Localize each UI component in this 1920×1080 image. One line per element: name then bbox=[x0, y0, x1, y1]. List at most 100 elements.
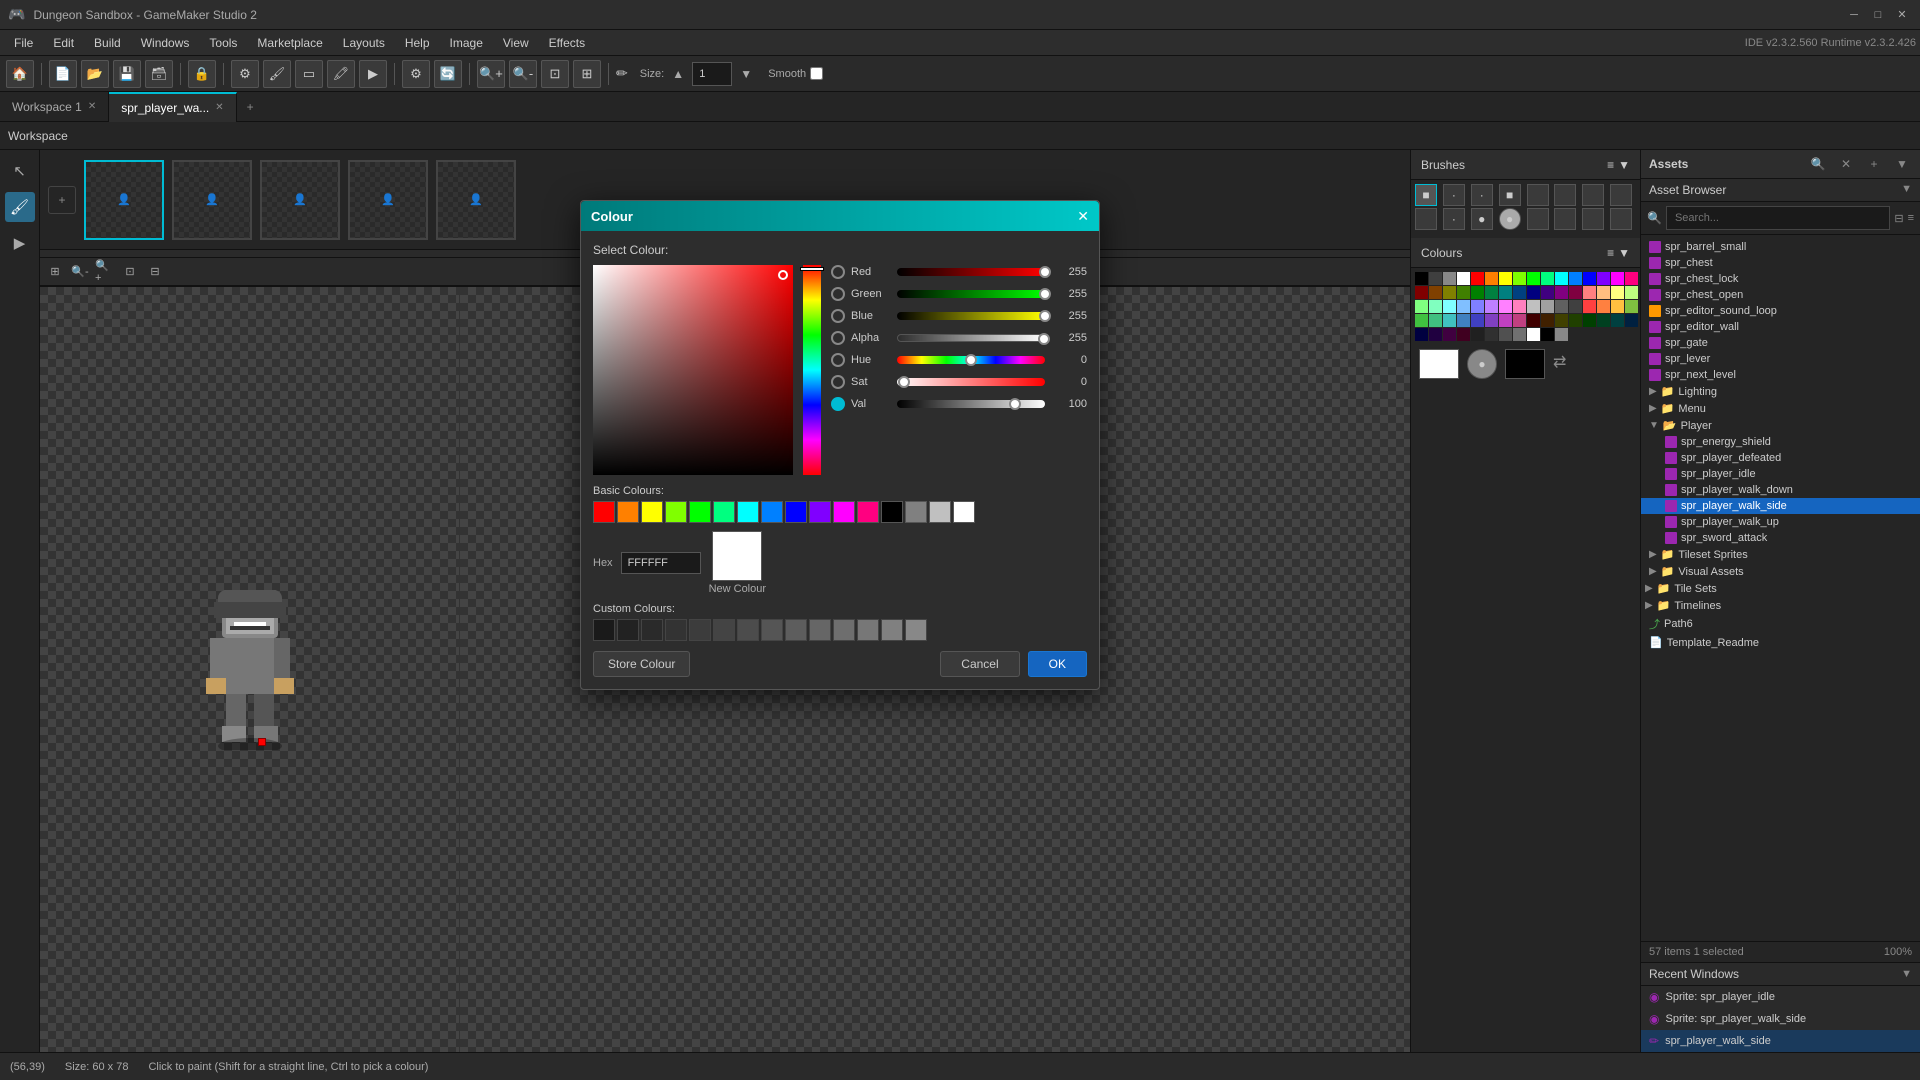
assets-tab-label[interactable]: Assets bbox=[1649, 157, 1688, 171]
colour-cell-41[interactable] bbox=[1541, 300, 1554, 313]
custom-colour-9[interactable] bbox=[809, 619, 831, 641]
blue-slider[interactable] bbox=[897, 312, 1045, 320]
hue-strip[interactable] bbox=[803, 265, 821, 475]
colour-cell-48[interactable] bbox=[1415, 314, 1428, 327]
tree-item-player-walk-up[interactable]: spr_player_walk_up bbox=[1641, 514, 1920, 530]
brush-square[interactable]: ■ bbox=[1415, 184, 1437, 206]
add-tab-button[interactable]: + bbox=[237, 100, 264, 114]
tree-item-player-defeated[interactable]: spr_player_defeated bbox=[1641, 450, 1920, 466]
colour-cell-29[interactable] bbox=[1597, 286, 1610, 299]
colour-cell-12[interactable] bbox=[1583, 272, 1596, 285]
basic-colour-11[interactable] bbox=[857, 501, 879, 523]
colour-cell-13[interactable] bbox=[1597, 272, 1610, 285]
colour-cell-37[interactable] bbox=[1485, 300, 1498, 313]
brush-sq6[interactable] bbox=[1610, 184, 1632, 206]
colour-cell-5[interactable] bbox=[1485, 272, 1498, 285]
custom-colour-13[interactable] bbox=[905, 619, 927, 641]
swap-colours-button[interactable]: ⇄ bbox=[1553, 352, 1577, 376]
colour-cell-72[interactable] bbox=[1527, 328, 1540, 341]
colour-cell-11[interactable] bbox=[1569, 272, 1582, 285]
store-colour-button[interactable]: Store Colour bbox=[593, 651, 690, 677]
cancel-button[interactable]: Cancel bbox=[940, 651, 1019, 677]
frame-thumb-3[interactable]: 👤 bbox=[260, 160, 340, 240]
custom-colour-4[interactable] bbox=[689, 619, 711, 641]
colour-cell-51[interactable] bbox=[1457, 314, 1470, 327]
colour-cell-2[interactable] bbox=[1443, 272, 1456, 285]
recent-windows-header[interactable]: Recent Windows ▼ bbox=[1641, 963, 1920, 986]
colours-menu-icon[interactable]: ≡ bbox=[1607, 246, 1614, 260]
zoom-in-button[interactable]: 🔍+ bbox=[477, 60, 505, 88]
basic-colour-10[interactable] bbox=[833, 501, 855, 523]
colour-cell-73[interactable] bbox=[1541, 328, 1554, 341]
menu-build[interactable]: Build bbox=[84, 33, 131, 53]
assets-add-button[interactable]: + bbox=[1864, 154, 1884, 174]
menu-edit[interactable]: Edit bbox=[43, 33, 84, 53]
colours-panel-header[interactable]: Colours ≡ ▼ bbox=[1411, 238, 1640, 268]
colour-cell-31[interactable] bbox=[1625, 286, 1638, 299]
colour-cell-26[interactable] bbox=[1555, 286, 1568, 299]
tab-workspace1-close[interactable]: ✕ bbox=[88, 101, 96, 112]
colour-cell-56[interactable] bbox=[1527, 314, 1540, 327]
recent-windows-expand[interactable]: ▼ bbox=[1901, 968, 1912, 980]
hex-input[interactable] bbox=[621, 552, 701, 574]
sprite-canvas-left[interactable] bbox=[40, 287, 460, 1052]
menu-marketplace[interactable]: Marketplace bbox=[247, 33, 332, 53]
play-button[interactable]: ▶ bbox=[359, 60, 387, 88]
colour-cell-19[interactable] bbox=[1457, 286, 1470, 299]
blue-radio[interactable] bbox=[831, 309, 845, 323]
brush-sq2[interactable]: ■ bbox=[1499, 184, 1521, 206]
custom-colour-8[interactable] bbox=[785, 619, 807, 641]
colour-cell-71[interactable] bbox=[1513, 328, 1526, 341]
paint-button[interactable]: 🖍 bbox=[327, 60, 355, 88]
colour-cell-57[interactable] bbox=[1541, 314, 1554, 327]
colour-cell-32[interactable] bbox=[1415, 300, 1428, 313]
add-frame-button[interactable]: + bbox=[48, 186, 76, 214]
basic-colour-13[interactable] bbox=[905, 501, 927, 523]
sort-icon[interactable]: ≡ bbox=[1908, 212, 1914, 224]
brush-r24[interactable]: ● bbox=[1499, 208, 1521, 230]
sprite-btn1[interactable]: ⚙ bbox=[402, 60, 430, 88]
zoom-out-button[interactable]: 🔍- bbox=[509, 60, 537, 88]
tab-sprite-editor[interactable]: spr_player_wa... ✕ bbox=[109, 92, 236, 122]
colour-cell-54[interactable] bbox=[1499, 314, 1512, 327]
colour-cell-59[interactable] bbox=[1569, 314, 1582, 327]
red-slider[interactable] bbox=[897, 268, 1045, 276]
hue-radio[interactable] bbox=[831, 353, 845, 367]
colour-cell-68[interactable] bbox=[1471, 328, 1484, 341]
tree-item-spr-next-level[interactable]: spr_next_level bbox=[1641, 367, 1920, 383]
sprite-btn2[interactable]: 🔄 bbox=[434, 60, 462, 88]
tree-item-spr-barrel[interactable]: spr_barrel_small bbox=[1641, 239, 1920, 255]
brush-r28[interactable] bbox=[1610, 208, 1632, 230]
close-button[interactable]: ✕ bbox=[1892, 5, 1912, 25]
menu-windows[interactable]: Windows bbox=[131, 33, 200, 53]
brush-r22[interactable]: · bbox=[1443, 208, 1465, 230]
colour-cell-60[interactable] bbox=[1583, 314, 1596, 327]
basic-colour-7[interactable] bbox=[761, 501, 783, 523]
basic-colour-0[interactable] bbox=[593, 501, 615, 523]
folder-tileset[interactable]: ▶ 📁 Tileset Sprites bbox=[1641, 546, 1920, 563]
folder-visual-assets[interactable]: ▶ 📁 Visual Assets bbox=[1641, 563, 1920, 580]
menu-help[interactable]: Help bbox=[395, 33, 440, 53]
brush-r21[interactable] bbox=[1415, 208, 1437, 230]
basic-colour-9[interactable] bbox=[809, 501, 831, 523]
custom-colour-3[interactable] bbox=[665, 619, 687, 641]
colour-cell-18[interactable] bbox=[1443, 286, 1456, 299]
asset-browser-expand[interactable]: ▼ bbox=[1901, 183, 1912, 195]
colour-cell-20[interactable] bbox=[1471, 286, 1484, 299]
colour-cell-27[interactable] bbox=[1569, 286, 1582, 299]
colour-cell-44[interactable] bbox=[1583, 300, 1596, 313]
tree-item-spr-chest-lock[interactable]: spr_chest_lock bbox=[1641, 271, 1920, 287]
tree-item-sword-attack[interactable]: spr_sword_attack bbox=[1641, 530, 1920, 546]
brushes-expand-icon[interactable]: ▼ bbox=[1618, 158, 1630, 172]
custom-colour-10[interactable] bbox=[833, 619, 855, 641]
recent-item-player-walk-side[interactable]: ◉ Sprite: spr_player_walk_side bbox=[1641, 1008, 1920, 1030]
colour-cell-38[interactable] bbox=[1499, 300, 1512, 313]
basic-colour-15[interactable] bbox=[953, 501, 975, 523]
colour-cell-74[interactable] bbox=[1555, 328, 1568, 341]
menu-view[interactable]: View bbox=[493, 33, 539, 53]
custom-colour-11[interactable] bbox=[857, 619, 879, 641]
alpha-slider[interactable] bbox=[897, 334, 1045, 342]
red-radio[interactable] bbox=[831, 265, 845, 279]
cv-grid-btn[interactable]: ⊞ bbox=[44, 261, 66, 283]
brush-r23[interactable]: ● bbox=[1471, 208, 1493, 230]
